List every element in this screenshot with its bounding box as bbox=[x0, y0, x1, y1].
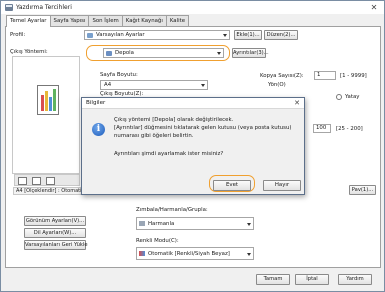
tab-finishing[interactable]: Son İşlem bbox=[88, 15, 123, 26]
landscape-label: Yatay bbox=[345, 94, 360, 100]
no-button[interactable]: Hayır bbox=[263, 180, 301, 191]
zoom-range: [25 - 200] bbox=[336, 126, 363, 132]
output-method-highlight bbox=[86, 45, 230, 61]
staple-label: Zımbala/Harmanla/Grupla: bbox=[136, 207, 208, 213]
orientation-label: Yön(O) bbox=[268, 82, 286, 88]
edit-profile-button[interactable]: Düzen(2)... bbox=[264, 30, 298, 40]
window-title: Yazdırma Tercihleri bbox=[16, 4, 72, 11]
page-options-button[interactable]: Pav(1)... bbox=[349, 185, 376, 195]
dialog-message-line-1: Çıkış yöntemi [Depola] olarak değiştiril… bbox=[114, 117, 234, 123]
color-mode-select[interactable]: Otomatik [Renkli/Siyah Beyaz] bbox=[136, 247, 254, 260]
chevron-down-icon bbox=[247, 253, 251, 256]
color-mode-label: Renkli Modu(C): bbox=[136, 238, 179, 244]
preview-mode-strip bbox=[14, 174, 80, 186]
staple-select[interactable]: Harmanla bbox=[136, 217, 254, 230]
profile-select[interactable]: Varsayılan Ayarlar bbox=[84, 30, 230, 40]
chevron-down-icon bbox=[201, 84, 205, 87]
zoom-input[interactable]: 100 bbox=[313, 124, 331, 133]
cancel-button[interactable]: İptal bbox=[295, 274, 329, 285]
color-mode-icon bbox=[139, 251, 145, 256]
tab-basic-settings[interactable]: Temel Ayarlar bbox=[6, 15, 51, 27]
profile-label: Profil: bbox=[10, 32, 26, 38]
dialog-message-line-3: numarası gibi öğeleri belirtin. bbox=[114, 133, 194, 139]
title-bar: Yazdırma Tercihleri ✕ bbox=[1, 1, 384, 14]
color-mode-value: Otomatik [Renkli/Siyah Beyaz] bbox=[148, 251, 230, 257]
tab-quality[interactable]: Kalite bbox=[165, 15, 190, 26]
staple-value: Harmanla bbox=[148, 221, 175, 227]
restore-defaults-button[interactable]: Varsayılanları Geri Yükle bbox=[24, 240, 88, 250]
profile-value: Varsayılan Ayarlar bbox=[96, 32, 145, 38]
preview-page bbox=[37, 85, 59, 115]
yes-button[interactable]: Evet bbox=[213, 180, 251, 191]
copies-input[interactable]: 1 bbox=[314, 71, 336, 80]
tab-paper-source[interactable]: Kağıt Kaynağı bbox=[121, 15, 167, 26]
chevron-down-icon bbox=[247, 223, 251, 226]
profile-icon bbox=[87, 33, 93, 38]
copies-range: [1 - 9999] bbox=[340, 73, 367, 79]
tab-page-setup[interactable]: Sayfa Yapısı bbox=[49, 15, 90, 26]
copies-label: Kopya Sayısı(Z): bbox=[260, 73, 304, 79]
page-preview bbox=[12, 56, 80, 174]
printer-icon bbox=[5, 4, 13, 11]
dialog-title: Bilgiler bbox=[86, 100, 106, 106]
staple-icon[interactable] bbox=[46, 177, 55, 185]
language-settings-button[interactable]: Dil Ayarları(W)... bbox=[24, 228, 86, 238]
duplex-icon[interactable] bbox=[32, 177, 41, 185]
tab-strip: Temel Ayarlar Sayfa Yapısı Son İşlem Kağ… bbox=[6, 15, 190, 27]
information-dialog: Bilgiler ✕ i Çıkış yöntemi [Depola] olar… bbox=[81, 97, 305, 195]
preview-caption: A4 [Ölçeklendir] : Otomatik] bbox=[13, 187, 83, 195]
details-button[interactable]: Ayrıntılar(3)... bbox=[232, 48, 269, 58]
page-size-value: A4 bbox=[104, 82, 112, 88]
dialog-close-icon[interactable]: ✕ bbox=[294, 99, 300, 107]
dialog-message-line-2: [Ayrıntılar] düğmesini tıklatarak gelen … bbox=[114, 125, 292, 131]
add-profile-button[interactable]: Ekle(1)... bbox=[234, 30, 262, 40]
landscape-radio[interactable] bbox=[336, 94, 342, 100]
dialog-question: Ayrıntıları şimdi ayarlamak ister misini… bbox=[114, 151, 224, 157]
info-icon: i bbox=[92, 123, 105, 136]
help-button[interactable]: Yardım bbox=[338, 274, 372, 285]
page-size-label: Sayfa Boyutu: bbox=[100, 72, 138, 78]
dialog-title-bar: Bilgiler ✕ bbox=[82, 98, 304, 109]
page-layout-icon[interactable] bbox=[18, 177, 27, 185]
page-size-select[interactable]: A4 bbox=[100, 80, 208, 90]
output-method-label: Çıkış Yöntemi: bbox=[10, 49, 48, 55]
ok-button[interactable]: Tamam bbox=[256, 274, 290, 285]
collate-icon bbox=[139, 221, 145, 226]
close-icon[interactable]: ✕ bbox=[368, 2, 380, 13]
chevron-down-icon bbox=[223, 34, 227, 37]
print-preferences-window: Yazdırma Tercihleri ✕ Temel Ayarlar Sayf… bbox=[0, 0, 385, 292]
view-settings-button[interactable]: Görünüm Ayarları(V)... bbox=[24, 216, 86, 226]
